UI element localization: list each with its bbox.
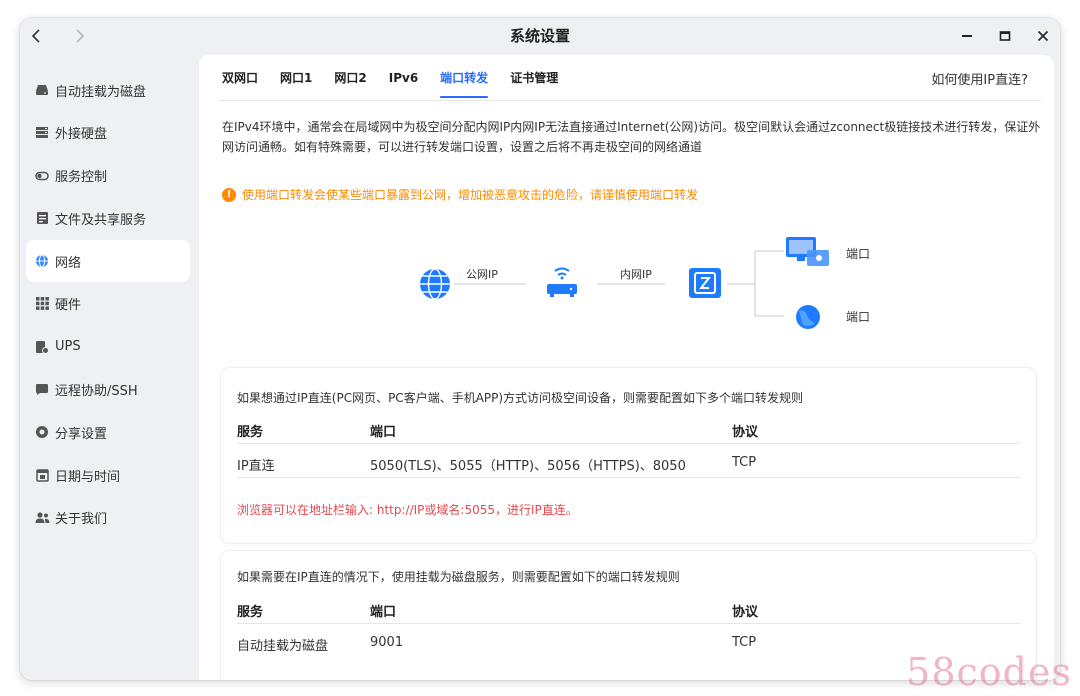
cell-service: 自动挂载为磁盘 [237,639,329,654]
header-port: 端口 [370,605,397,620]
grid-icon [34,296,50,312]
sidebar-item-label: 分享设置 [55,426,108,442]
sidebar-item-label: 文件及共享服务 [55,212,147,228]
tab-certificates[interactable]: 证书管理 [510,55,558,101]
lan-ip-label: 内网IP [620,268,652,281]
cell-service: IP直连 [237,459,275,474]
back-button[interactable] [24,24,48,48]
globe-icon [34,253,50,269]
card-title: 如果想通过IP直连(PC网页、PC客户端、手机APP)方式访问极空间设备，则需要… [237,391,804,405]
sidebar-item-label: 日期与时间 [55,469,121,485]
external-disk-icon [34,125,50,141]
diagram-lines [454,250,784,317]
public-ip-label: 公网IP [466,268,498,281]
tab-divider [219,100,1041,101]
file-share-icon [34,210,50,226]
maximize-button[interactable] [994,25,1016,47]
ip-direct-rules-card: 如果想通过IP直连(PC网页、PC客户端、手机APP)方式访问极空间设备，则需要… [221,368,1036,543]
header-service: 服务 [237,605,264,620]
sidebar-item-label: 自动挂载为磁盘 [55,84,147,100]
cell-port: 5050(TLS)、5055（HTTP)、5056（HTTPS)、8050 [370,459,686,474]
network-diagram [420,237,829,329]
header-protocol: 协议 [732,425,759,440]
window-title: 系统设置 [509,27,570,45]
maximize-icon [999,31,1011,41]
sidebar-item-ups[interactable]: UPS [26,326,190,368]
tab-port-2[interactable]: 网口2 [334,55,366,101]
port-label-bottom: 端口 [846,310,871,324]
external-globe-icon [796,305,820,329]
computer-icon [786,237,829,266]
chat-icon [34,382,50,398]
cell-protocol: TCP [732,635,757,650]
tab-bar: 双网口 网口1 网口2 IPv6 端口转发 证书管理 [222,55,580,101]
close-button[interactable] [1032,25,1054,47]
settings-window: 系统设置 自动挂载为磁盘 外接硬盘 服务控制 文件及共享服务 网络 硬件 UPS… [20,18,1060,680]
sidebar-item-hardware[interactable]: 硬件 [26,283,190,325]
minimize-button[interactable] [956,25,978,47]
chevron-right-icon [76,29,85,43]
internet-globe-icon [420,268,450,300]
watermark: 58codes [906,650,1072,694]
sidebar-item-label: 关于我们 [55,512,108,528]
sidebar-item-auto-mount[interactable]: 自动挂载为磁盘 [26,69,190,111]
cell-protocol: TCP [732,455,757,470]
description-text: 在IPv4环境中，通常会在局域网中为极空间分配内网IP内网IP无法直接通过Int… [222,120,1041,154]
tab-ipv6[interactable]: IPv6 [389,55,418,101]
nas-device-icon [689,268,721,298]
calendar-icon [34,467,50,483]
sidebar: 自动挂载为磁盘 外接硬盘 服务控制 文件及共享服务 网络 硬件 UPS 远程协助… [26,69,190,540]
sidebar-item-label: 外接硬盘 [55,127,108,143]
title-bar: 系统设置 [20,18,1060,54]
ups-icon [34,339,50,355]
browser-hint-note: 浏览器可以在地址栏输入: http://IP或域名:5055，进行IP直连。 [237,503,578,517]
close-icon [1037,30,1049,42]
drive-icon [34,82,50,98]
sidebar-item-label: 服务控制 [55,170,108,186]
warning-message: ! 使用端口转发会使某些端口暴露到公网，增加被恶意攻击的危险，请谨慎使用端口转发 [222,186,698,203]
minimize-icon [962,35,972,37]
tab-port-forwarding[interactable]: 端口转发 [440,55,489,101]
sidebar-item-remote-ssh[interactable]: 远程协助/SSH [26,369,190,411]
sidebar-item-network[interactable]: 网络 [26,240,190,283]
users-icon [34,510,50,526]
sidebar-item-share-settings[interactable]: 分享设置 [26,411,190,453]
forward-button[interactable] [68,24,92,48]
table-row: 自动挂载为磁盘 9001 TCP [237,626,1020,658]
content-panel: 双网口 网口1 网口2 IPv6 端口转发 证书管理 如何使用IP直连? 在IP… [199,55,1054,680]
sidebar-item-label: 硬件 [55,298,82,314]
card-title: 如果需要在IP直连的情况下，使用挂载为磁盘服务，则需要配置如下的端口转发规则 [237,570,680,584]
tab-port-1[interactable]: 网口1 [280,55,312,101]
table-header: 服务 端口 协议 [237,592,1020,624]
share-icon [34,424,50,440]
header-service: 服务 [237,425,264,440]
sidebar-item-label: UPS [55,339,81,355]
sidebar-item-external-disk[interactable]: 外接硬盘 [26,112,190,154]
header-protocol: 协议 [732,605,759,620]
table-row: IP直连 5050(TLS)、5055（HTTP)、5056（HTTPS)、80… [237,446,1020,478]
chevron-left-icon [31,29,40,43]
tab-dual-port[interactable]: 双网口 [222,55,258,101]
sidebar-item-about[interactable]: 关于我们 [26,497,190,539]
sidebar-item-label: 远程协助/SSH [55,384,138,400]
cell-port: 9001 [370,635,404,650]
warning-icon: ! [222,187,236,202]
table-header: 服务 端口 协议 [237,412,1020,444]
header-port: 端口 [370,425,397,440]
toggle-icon [34,168,50,184]
sidebar-item-file-share[interactable]: 文件及共享服务 [26,197,190,239]
sidebar-item-date-time[interactable]: 日期与时间 [26,454,190,496]
router-icon [547,267,577,297]
sidebar-item-label: 网络 [55,255,82,271]
sidebar-item-service-control[interactable]: 服务控制 [26,155,190,197]
help-link-ip-direct[interactable]: 如何使用IP直连? [931,69,1028,88]
port-label-top: 端口 [846,247,871,261]
warning-text: 使用端口转发会使某些端口暴露到公网，增加被恶意攻击的危险，请谨慎使用端口转发 [242,188,699,202]
